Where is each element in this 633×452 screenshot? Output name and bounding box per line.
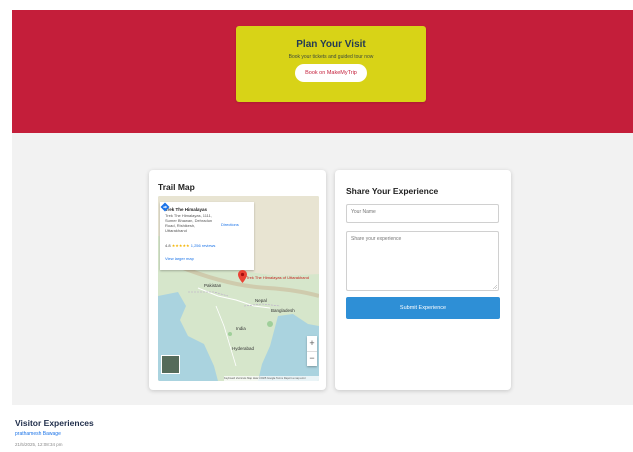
- place-address: Trek The Himalayas, 1111, Sumer Bhawan, …: [165, 213, 213, 233]
- share-experience-card: Share Your Experience Your Name Share yo…: [335, 170, 511, 390]
- satellite-toggle[interactable]: [161, 355, 180, 374]
- map-attribution: Keyboard shortcuts Map data ©2025 Google…: [224, 376, 319, 381]
- zoom-controls: + −: [307, 336, 317, 366]
- visitor-experiences-title: Visitor Experiences: [15, 418, 94, 428]
- rating-stars: ★★★★★: [171, 243, 190, 248]
- trail-map-title: Trail Map: [158, 182, 195, 192]
- submit-experience-button[interactable]: Submit Experience: [346, 297, 500, 319]
- plan-title: Plan Your Visit: [296, 39, 366, 50]
- plan-visit-card: Plan Your Visit Book your tickets and gu…: [236, 26, 426, 102]
- resize-handle-icon[interactable]: [493, 285, 497, 289]
- directions-link[interactable]: Directions: [221, 222, 239, 227]
- label-bangladesh: Bangladesh: [271, 308, 295, 313]
- reviews-link[interactable]: 1,256 reviews: [191, 243, 216, 248]
- place-rating: 4.8 ★★★★★ 1,256 reviews: [165, 243, 215, 248]
- zoom-in-button[interactable]: +: [307, 336, 317, 351]
- label-hyderabad: Hyderabad: [232, 346, 255, 351]
- embedded-map[interactable]: Trek The Himalayas Trek The Himalayas, 1…: [158, 196, 319, 381]
- directions-icon[interactable]: [160, 202, 170, 212]
- experience-textarea[interactable]: Share your experience: [346, 231, 499, 291]
- map-place-info: Trek The Himalayas Trek The Himalayas, 1…: [160, 202, 254, 270]
- label-pakistan: Pakistan: [204, 283, 222, 288]
- name-input[interactable]: Your Name: [346, 204, 499, 223]
- trail-map-card: Trail Map Trek The Himalayas Trek The Hi…: [149, 170, 326, 390]
- rating-value: 4.8: [165, 243, 171, 248]
- visitor-name-link[interactable]: prathamesh Bawage: [15, 431, 61, 437]
- book-makemytrip-button[interactable]: Book on MakeMyTrip: [295, 64, 367, 82]
- experience-placeholder: Share your experience: [351, 236, 402, 242]
- place-name: Trek The Himalayas: [165, 207, 208, 212]
- label-nepal: Nepal: [255, 298, 267, 303]
- visitor-timestamp: 21/5/2025, 12:08:34 pm: [15, 442, 63, 447]
- zoom-out-button[interactable]: −: [307, 351, 317, 367]
- plan-subtitle: Book your tickets and guided tour now: [288, 54, 374, 60]
- pin-label: Trek The Himalayas of Uttarakhand: [246, 275, 309, 280]
- share-title: Share Your Experience: [346, 186, 439, 196]
- view-larger-map-link[interactable]: View larger map: [165, 256, 194, 261]
- label-india: India: [236, 326, 246, 331]
